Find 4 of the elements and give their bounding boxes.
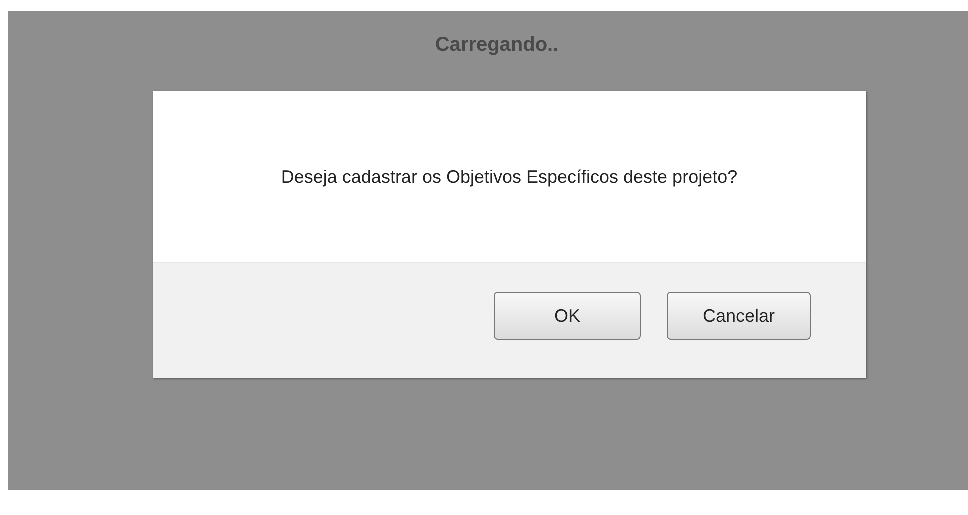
cancel-button[interactable]: Cancelar xyxy=(667,292,811,340)
ok-button[interactable]: OK xyxy=(494,292,641,340)
loading-text: Carregando.. xyxy=(435,33,559,57)
dialog-message: Deseja cadastrar os Objetivos Específicos deste projeto? xyxy=(281,166,738,189)
